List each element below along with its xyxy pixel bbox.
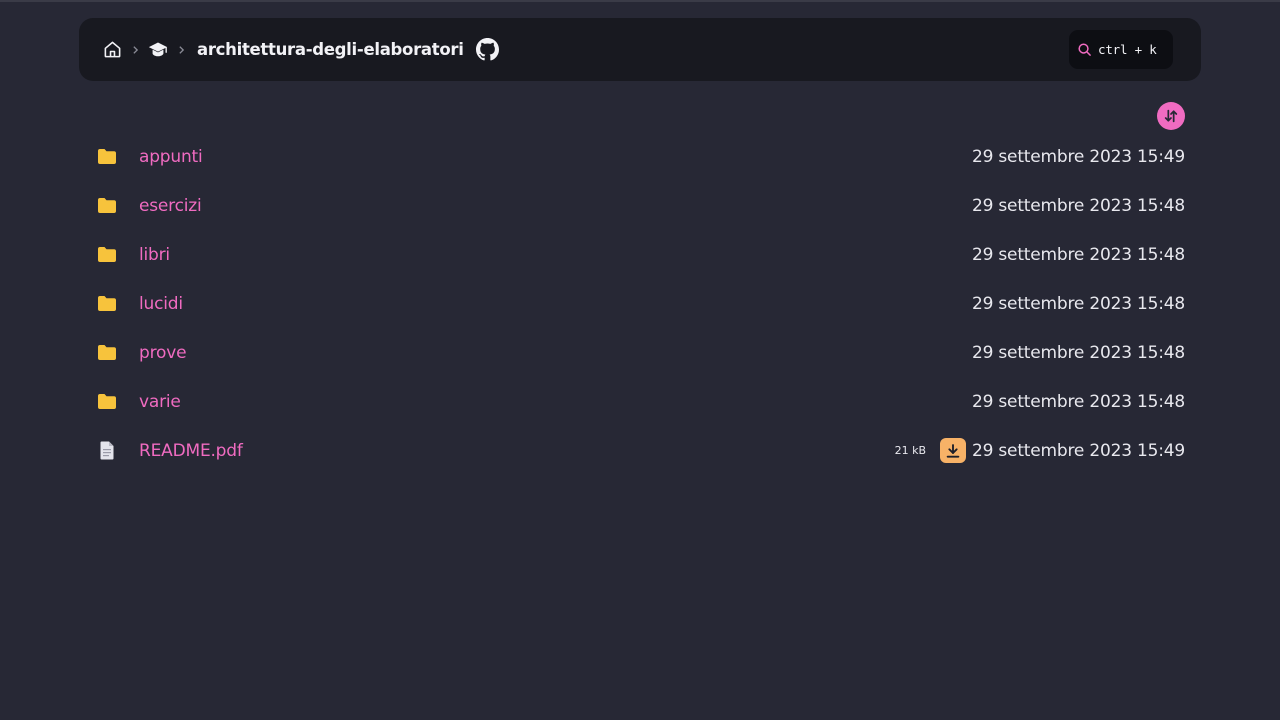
entry-name[interactable]: prove <box>139 343 187 363</box>
entry-date: 29 settembre 2023 15:48 <box>971 293 1185 314</box>
home-icon[interactable] <box>102 40 122 60</box>
list-item-appunti[interactable]: appunti 29 settembre 2023 15:49 <box>79 132 1201 181</box>
top-border <box>0 0 1280 2</box>
search-shortcut-label: ctrl + k <box>1098 42 1157 57</box>
search-icon <box>1077 42 1092 57</box>
entry-date: 29 settembre 2023 15:49 <box>971 440 1185 461</box>
folder-icon <box>96 391 117 412</box>
folder-icon <box>96 293 117 314</box>
download-button[interactable] <box>940 438 966 463</box>
entry-name[interactable]: varie <box>139 392 181 412</box>
entry-name[interactable]: lucidi <box>139 294 183 314</box>
file-size: 21 kB <box>894 444 926 457</box>
list-item-prove[interactable]: prove 29 settembre 2023 15:48 <box>79 328 1201 377</box>
folder-icon <box>96 342 117 363</box>
entry-name[interactable]: appunti <box>139 147 203 167</box>
file-document-icon <box>96 440 117 461</box>
sort-button[interactable] <box>1157 102 1185 130</box>
entry-name[interactable]: esercizi <box>139 196 202 216</box>
chevron-right-icon <box>128 40 142 60</box>
download-icon <box>945 443 961 459</box>
entry-date: 29 settembre 2023 15:48 <box>971 342 1185 363</box>
folder-icon <box>96 146 117 167</box>
folder-icon <box>96 244 117 265</box>
list-item-lucidi[interactable]: lucidi 29 settembre 2023 15:48 <box>79 279 1201 328</box>
github-icon[interactable] <box>476 38 500 62</box>
header-bar: architettura-degli-elaboratori ctrl + k <box>79 18 1201 81</box>
repo-title[interactable]: architettura-degli-elaboratori <box>197 40 464 59</box>
entry-date: 29 settembre 2023 15:49 <box>971 146 1185 167</box>
list-item-varie[interactable]: varie 29 settembre 2023 15:48 <box>79 377 1201 426</box>
entry-date: 29 settembre 2023 15:48 <box>971 244 1185 265</box>
chevron-right-icon <box>174 40 188 60</box>
list-item-libri[interactable]: libri 29 settembre 2023 15:48 <box>79 230 1201 279</box>
entry-name[interactable]: libri <box>139 245 170 265</box>
graduation-cap-icon[interactable] <box>148 40 168 60</box>
list-item-esercizi[interactable]: esercizi 29 settembre 2023 15:48 <box>79 181 1201 230</box>
sort-arrows-icon <box>1163 108 1179 124</box>
entry-name[interactable]: README.pdf <box>139 441 243 461</box>
file-list: appunti 29 settembre 2023 15:49 esercizi… <box>79 132 1201 475</box>
folder-icon <box>96 195 117 216</box>
search-button[interactable]: ctrl + k <box>1069 30 1173 69</box>
list-item-readme[interactable]: README.pdf 21 kB 29 settembre 2023 15:49 <box>79 426 1201 475</box>
entry-date: 29 settembre 2023 15:48 <box>971 195 1185 216</box>
breadcrumb: architettura-degli-elaboratori <box>102 18 500 81</box>
entry-date: 29 settembre 2023 15:48 <box>971 391 1185 412</box>
